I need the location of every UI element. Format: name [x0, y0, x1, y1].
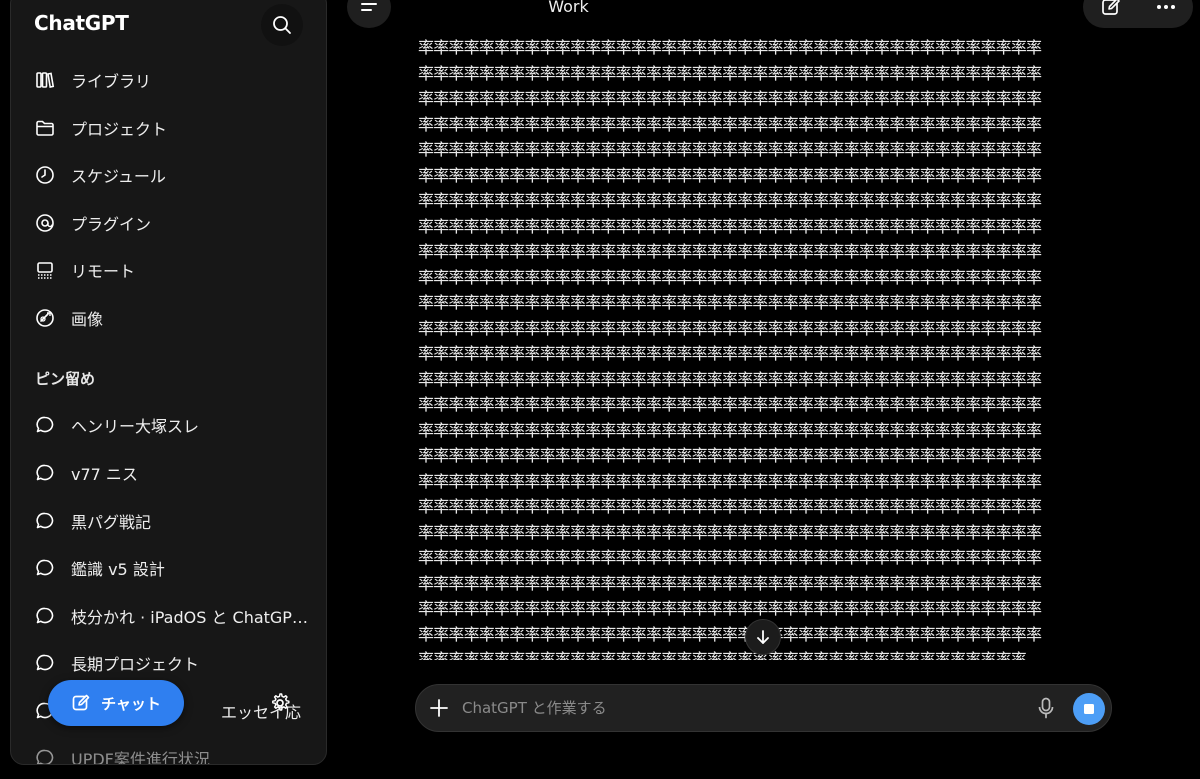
sidebar-item-label: スケジュール — [71, 167, 166, 186]
chat-title-bar: Work — [0, 0, 1200, 16]
sidebar-item-library[interactable]: ライブラリ — [33, 65, 313, 95]
message-text-line: 率率率率率率率率率率率率率率率率率率率率率率率率率率率率率率率率率率率率率率率率… — [418, 522, 1042, 542]
sidebar-item-projects[interactable]: プロジェクト — [33, 113, 313, 143]
plus-icon — [430, 699, 448, 717]
message-text-line: 率率率率率率率率率率率率率率率率率率率率率率率率率率率率率率率率率率率率率率率率… — [418, 599, 1042, 618]
message-text-line: 率率率率率率率率率率率率率率率率率率率率率率率率率率率率率率率率率率率率率率率率… — [418, 369, 1042, 389]
pinned-chat-label: 鑑識 v5 設計 — [71, 560, 165, 579]
pinned-chat-label: v77 ニス — [71, 465, 138, 484]
message-content: 率率率率率率率率率率率率率率率率率率率率率率率率率率率率率率率率率率率率率率率率… — [418, 35, 1083, 660]
message-text-line: 率率率率率率率率率率率率率率率率率率率率率率率率率率率率率率率率率率率率率率率率… — [418, 267, 1042, 287]
pinned-chat-label: 長期プロジェクト — [71, 655, 200, 674]
new-chat-button[interactable]: チャット — [48, 680, 184, 726]
sidebar-item-schedule[interactable]: スケジュール — [33, 160, 313, 190]
message-text-line: 率率率率率率率率率率率率率率率率率率率率率率率率率率率率率率率率率率率率率率率率… — [418, 471, 1042, 491]
sidebar: ChatGPT ライブラリ プロジェクト スケジュール プラグイン リモート 画… — [10, 0, 327, 765]
message-text-line: 率率率率率率率率率率率率率率率率率率率率率率率率率率率率率率率率率率率率率率率率… — [418, 63, 1042, 83]
chat-bubble-icon — [33, 746, 57, 764]
stop-icon — [1084, 704, 1094, 714]
message-text-line: 率率率率率率率率率率率率率率率率率率率率率率率率率率率率率率率率率率率率率率率率… — [418, 573, 1042, 593]
chat-title: Work — [548, 0, 589, 16]
edit-button[interactable] — [1100, 0, 1122, 18]
message-text-line: 率率率率率率率率率率率率率率率率率率率率率率率率率率率率率率率率率率率率率率率率… — [418, 293, 1042, 312]
message-text-line: 率率率率率率率率率率率率率率率率率率率率率率率率率率率率率率率率率率率率率率率率… — [418, 497, 1042, 516]
pinned-chat-item[interactable]: 黒パグ戦記 — [33, 506, 313, 536]
message-text-line: 率率率率率率率率率率率率率率率率率率率率率率率率率率率率率率率率率率率率率率率率… — [418, 165, 1042, 185]
pinned-chat-label: ヘンリー大塚スレ — [71, 417, 200, 436]
folder-icon — [33, 116, 57, 140]
sidebar-item-label: ライブラリ — [71, 72, 152, 91]
more-options-button[interactable] — [1155, 0, 1177, 18]
sidebar-item-images[interactable]: 画像 — [33, 303, 313, 333]
pinned-chat-item[interactable]: UPDF案件進行状況 — [33, 743, 313, 765]
pinned-chat-item[interactable]: 枝分かれ · iPadOS と ChatGP… — [33, 601, 313, 631]
chat-bubble-icon — [33, 461, 57, 485]
chat-bubble-icon — [33, 651, 57, 675]
compose-icon — [72, 694, 90, 711]
clock-icon — [33, 163, 57, 187]
remote-icon — [33, 258, 57, 282]
microphone-icon — [1038, 697, 1054, 719]
sidebar-item-label: 画像 — [71, 310, 104, 329]
library-icon — [33, 68, 57, 92]
pinned-chat-item[interactable]: 長期プロジェクト — [33, 648, 313, 678]
message-text-line: 率率率率率率率率率率率率率率率率率率率率率率率率率率率率率率率率率率率率率率率率… — [418, 242, 1042, 261]
gear-icon — [272, 693, 290, 711]
message-text-line: 率率率率率率率率率率率率率率率率率率率率率率率率率率率率率率率率率率率率率率率率… — [418, 344, 1042, 363]
new-chat-label: チャット — [101, 694, 161, 713]
composer-input[interactable] — [462, 695, 1022, 721]
microphone-button[interactable] — [1033, 695, 1059, 721]
search-icon — [273, 16, 291, 34]
sidebar-item-label: プロジェクト — [71, 120, 168, 139]
scroll-to-bottom-button[interactable] — [745, 619, 781, 655]
sidebar-item-label: リモート — [71, 262, 136, 281]
settings-button[interactable] — [262, 685, 298, 721]
pinned-chat-item[interactable]: ヘンリー大塚スレ — [33, 410, 313, 440]
pinned-heading: ピン留め — [35, 370, 96, 388]
sidebar-item-remote[interactable]: リモート — [33, 255, 313, 285]
message-text-line: 率率率率率率率率率率率率率率率率率率率率率率率率率率率率率率率率率率率率率率率率… — [418, 191, 1042, 210]
pinned-chat-label: 黒パグ戦記 — [71, 513, 152, 532]
message-text-line: 率率率率率率率率率率率率率率率率率率率率率率率率率率率率率率率率率率率率率率率率… — [418, 38, 1042, 57]
sidebar-item-plugins[interactable]: プラグイン — [33, 208, 313, 238]
message-text-line: 率率率率率率率率率率率率率率率率率率率率率率率率率率率率率率率率率率率率率率率率… — [418, 548, 1042, 567]
arrow-down-icon — [757, 630, 769, 644]
message-text-line: 率率率率率率率率率率率率率率率率率率率率率率率率率率率率率率率率率率率率率率率率… — [418, 395, 1042, 414]
more-horizontal-icon — [1156, 5, 1175, 9]
message-text-line: 率率率率率率率率率率率率率率率率率率率率率率率率率率率率率率率率率率率率率率率率… — [418, 318, 1042, 338]
message-text-line: 率率率率率率率率率率率率率率率率率率率率率率率率率率率率率率率率率率率率率率率率… — [418, 446, 1042, 465]
chat-bubble-icon — [33, 509, 57, 533]
image-icon — [33, 306, 57, 330]
stop-generating-button[interactable] — [1073, 693, 1105, 725]
chat-bubble-icon — [33, 413, 57, 437]
message-text-line: 率率率率率率率率率率率率率率率率率率率率率率率率率率率率率率率率率率率率率率率率… — [418, 114, 1042, 134]
pinned-chat-label: 枝分かれ · iPadOS と ChatGP… — [71, 608, 308, 627]
message-text-line: 率率率率率率率率率率率率率率率率率率率率率率率率率率率率率率率率率率率率率率率率… — [418, 89, 1042, 108]
top-actions — [1083, 0, 1193, 28]
attach-button[interactable] — [426, 695, 452, 721]
compose-icon — [1101, 0, 1120, 15]
composer — [415, 684, 1112, 732]
pinned-chat-item[interactable]: 鑑識 v5 設計 — [33, 553, 313, 583]
message-text-line: 率率率率率率率率率率率率率率率率率率率率率率率率率率率率率率率率率率率率率率率率… — [418, 420, 1042, 440]
pinned-chat-label: UPDF案件進行状況 — [71, 750, 210, 765]
sidebar-item-label: プラグイン — [71, 215, 152, 234]
pinned-chat-item[interactable]: v77 ニス — [33, 458, 313, 488]
plugin-icon — [33, 211, 57, 235]
chat-bubble-icon — [33, 556, 57, 580]
message-text-line: 率率率率率率率率率率率率率率率率率率率率率率率率率率率率率率率率率率率率率率率率… — [418, 140, 1042, 159]
message-text-line: 率率率率率率率率率率率率率率率率率率率率率率率率率率率率率率率率率率率率率率率率… — [418, 216, 1042, 236]
chat-bubble-icon — [33, 604, 57, 628]
